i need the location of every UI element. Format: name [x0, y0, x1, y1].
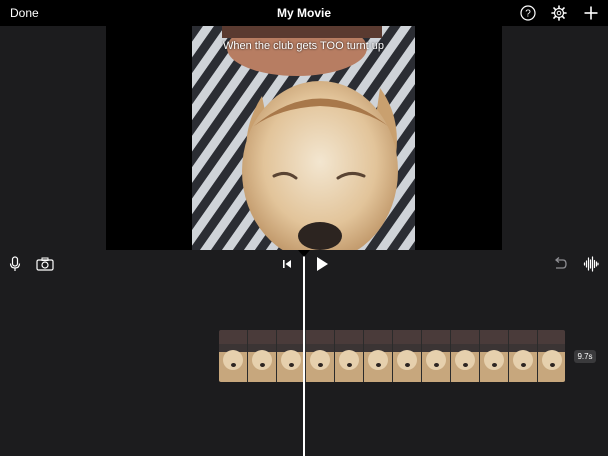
- video-frame-image: [192, 26, 415, 250]
- camera-icon: [36, 257, 54, 271]
- clip-frame-thumbnail: [422, 330, 451, 382]
- video-preview-area: When the club gets TOO turnt up: [0, 26, 608, 250]
- clip-duration-badge: 9.7s: [574, 350, 596, 363]
- dog-nose-thumbnail: [405, 363, 410, 367]
- dog-face-thumbnail: [339, 350, 359, 370]
- undo-button[interactable]: [551, 255, 569, 273]
- add-plus-icon: [584, 6, 598, 20]
- skip-to-start-button[interactable]: [278, 255, 296, 273]
- clip-frame-thumbnail: [480, 330, 509, 382]
- camera-button[interactable]: [36, 255, 54, 273]
- project-title: My Movie: [276, 6, 331, 20]
- dog-face-thumbnail: [252, 350, 272, 370]
- clip-frame-thumbnail: [538, 330, 565, 382]
- clip-frame-thumbnail: [451, 330, 480, 382]
- dog-face-thumbnail: [455, 350, 475, 370]
- dog-face-thumbnail: [426, 350, 446, 370]
- dog-nose-thumbnail: [376, 363, 381, 367]
- clip-frame-thumbnail: [219, 330, 248, 382]
- left-preview-panel: [0, 26, 106, 250]
- microphone-icon: [9, 256, 21, 271]
- dog-nose-thumbnail: [492, 363, 497, 367]
- dog-nose-thumbnail: [521, 363, 526, 367]
- clip-frame-thumbnail: [364, 330, 393, 382]
- dog-face-thumbnail: [223, 350, 243, 370]
- dog-nose-thumbnail: [260, 363, 265, 367]
- dog-face-thumbnail: [397, 350, 417, 370]
- clip-frame-thumbnail: [335, 330, 364, 382]
- clip-frame-thumbnail: [306, 330, 335, 382]
- clip-frame-thumbnail: [248, 330, 277, 382]
- video-frame[interactable]: When the club gets TOO turnt up: [192, 26, 415, 250]
- playhead[interactable]: [303, 250, 305, 456]
- dog-face-thumbnail: [513, 350, 533, 370]
- dog-nose-thumbnail: [550, 363, 555, 367]
- clip-frame-thumbnail: [509, 330, 538, 382]
- dog-nose-thumbnail: [347, 363, 352, 367]
- play-button[interactable]: [313, 255, 331, 273]
- undo-icon: [554, 257, 567, 269]
- help-icon: ?: [520, 5, 536, 21]
- dog-nose-thumbnail: [318, 363, 323, 367]
- dog-nose-thumbnail: [231, 363, 236, 367]
- help-button[interactable]: ?: [519, 4, 537, 22]
- voiceover-button[interactable]: [6, 255, 24, 273]
- video-clip[interactable]: [219, 330, 565, 382]
- clip-frame-thumbnail: [277, 330, 306, 382]
- clip-frame-thumbnail: [393, 330, 422, 382]
- video-caption: When the club gets TOO turnt up: [222, 40, 384, 52]
- dog-face-thumbnail: [542, 350, 562, 370]
- audio-waveform-button[interactable]: [582, 255, 600, 273]
- dog-face-thumbnail: [281, 350, 301, 370]
- playhead-marker: [298, 250, 310, 257]
- dog-face-thumbnail: [310, 350, 330, 370]
- audio-waveform-icon: [583, 256, 599, 272]
- skip-to-start-icon: [283, 260, 291, 268]
- settings-button[interactable]: [550, 4, 568, 22]
- dog-nose-thumbnail: [434, 363, 439, 367]
- dog-face-thumbnail: [368, 350, 388, 370]
- dog-nose-thumbnail: [289, 363, 294, 367]
- settings-gear-icon: [551, 5, 567, 21]
- dog-face-thumbnail: [484, 350, 504, 370]
- add-button[interactable]: [582, 4, 600, 22]
- svg-text:?: ?: [525, 9, 531, 20]
- dog-nose-thumbnail: [463, 363, 468, 367]
- top-bar: Done My Movie ?: [0, 0, 608, 26]
- play-icon: [317, 257, 328, 271]
- right-preview-panel: [502, 26, 608, 250]
